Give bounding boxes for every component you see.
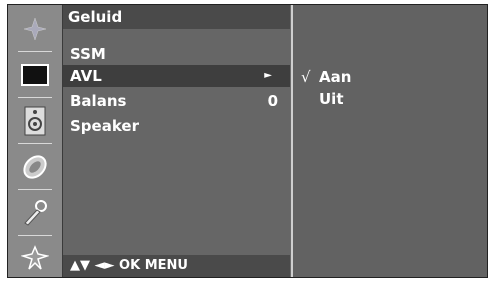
time-icon[interactable] <box>8 145 62 189</box>
sound-icon[interactable] <box>8 7 62 51</box>
divider <box>18 143 52 144</box>
setup-icon[interactable] <box>8 237 62 281</box>
menu-item-label: Balans <box>70 92 127 110</box>
divider <box>18 235 52 236</box>
option-aan[interactable]: √ Aan <box>301 67 351 87</box>
divider <box>18 189 52 190</box>
navigation-help-bar: ▲▼ ◄► OK MENU <box>63 255 290 277</box>
menu-item-balans[interactable]: Balans 0 <box>63 90 290 112</box>
menu-item-ssm[interactable]: SSM <box>63 43 290 65</box>
key-option-icon[interactable] <box>8 191 62 235</box>
menu-title: Geluid <box>63 5 290 29</box>
sound-menu: Geluid SSM AVL ► Balans 0 Speaker ▲▼ ◄► … <box>63 5 290 277</box>
option-label: Uit <box>319 90 344 108</box>
divider <box>18 97 52 98</box>
balance-value: 0 <box>267 92 278 110</box>
menu-item-avl[interactable]: AVL ► <box>63 65 290 87</box>
tv-osd-screen: Geluid SSM AVL ► Balans 0 Speaker ▲▼ ◄► … <box>7 4 488 278</box>
avl-submenu: √ Aan Uit <box>291 5 487 277</box>
option-uit[interactable]: Uit <box>301 89 344 109</box>
menu-item-speaker[interactable]: Speaker <box>63 115 290 137</box>
option-label: Aan <box>319 68 352 86</box>
menu-item-label: AVL <box>70 67 102 85</box>
menu-item-label: Speaker <box>70 117 139 135</box>
picture-icon[interactable] <box>8 53 62 97</box>
menu-item-label: SSM <box>70 45 106 63</box>
category-icon-bar <box>8 5 63 277</box>
divider <box>18 51 52 52</box>
submenu-arrow-icon: ► <box>264 70 272 81</box>
speaker-icon[interactable] <box>8 99 62 143</box>
check-icon: √ <box>301 68 311 86</box>
